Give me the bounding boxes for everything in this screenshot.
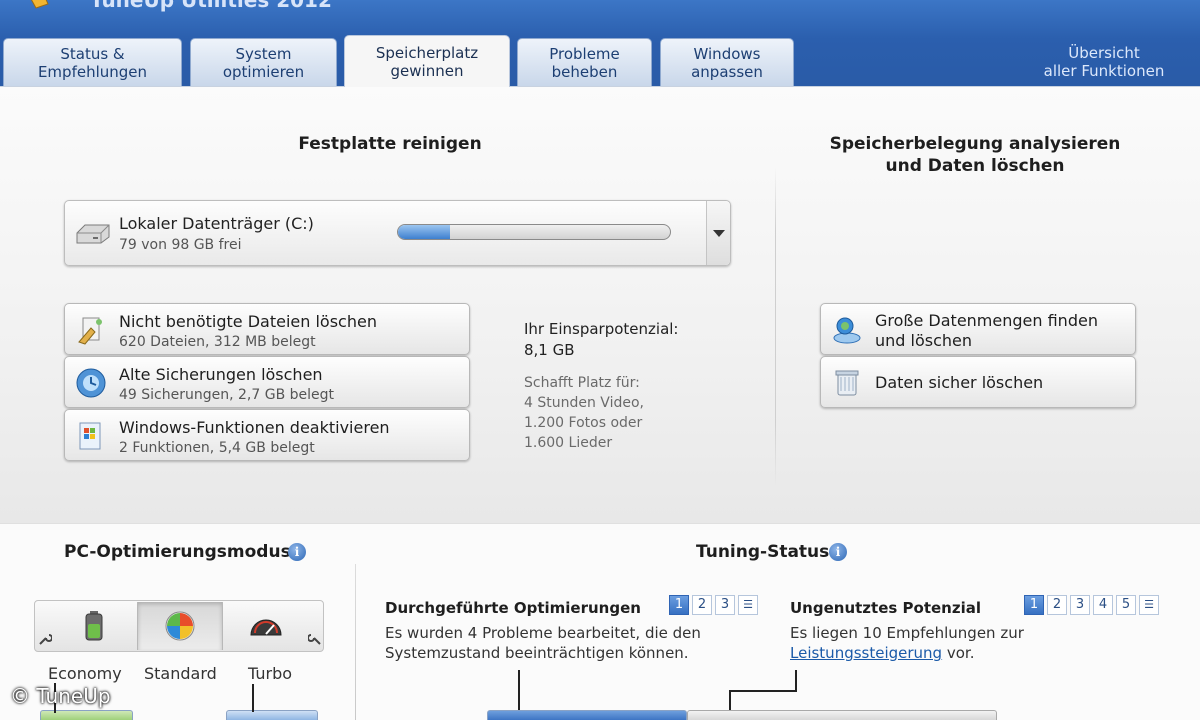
potential-text-suffix: vor. — [942, 644, 975, 662]
drive-name: Lokaler Datenträger (C:) — [119, 214, 314, 233]
page-button[interactable]: 3 — [1070, 595, 1090, 615]
optimization-mode-title: PC-Optimierungsmodus — [64, 542, 291, 562]
clean-disk-title: Festplatte reinigen — [298, 134, 482, 154]
battery-icon — [85, 611, 103, 641]
action-title: Alte Sicherungen löschen — [119, 365, 323, 384]
action-title: Nicht benötigte Dateien löschen — [119, 312, 377, 331]
mode-turbo-button[interactable] — [223, 602, 309, 650]
unused-potential-title: Ungenutztes Potenzial — [790, 599, 981, 617]
action-title: Große Datenmengen finden und löschen — [875, 311, 1098, 350]
savings-caption: Ihr Einsparpotenzial: — [524, 320, 679, 338]
performance-link[interactable]: Leistungssteigerung — [790, 644, 942, 662]
unused-potential-text: Es liegen 10 Empfehlungen zur Leistungss… — [790, 623, 1024, 663]
drive-free-space: 79 von 98 GB frei — [119, 237, 242, 253]
tuning-status-title: Tuning-Status — [696, 542, 830, 562]
potential-pager: 1 2 3 4 5 ☰ — [1024, 595, 1159, 615]
tab-overview[interactable]: Übersicht aller Funktionen — [1022, 38, 1186, 86]
wrench-icon[interactable] — [308, 632, 322, 646]
hard-drive-icon — [76, 224, 110, 244]
done-optimizations-text: Es wurden 4 Probleme bearbeitet, die den… — [385, 624, 701, 662]
page-button[interactable]: 3 — [715, 595, 735, 615]
cleanup-icon — [78, 317, 102, 345]
action-subtitle: 2 Funktionen, 5,4 GB belegt — [119, 440, 315, 456]
analyze-title: Speicherbelegung analysieren und Daten l… — [829, 134, 1121, 176]
tab-optimize[interactable]: System optimieren — [190, 38, 337, 86]
mode-label-turbo: Turbo — [248, 664, 293, 683]
page-button[interactable]: 1 — [669, 595, 689, 615]
status-connector-line — [795, 670, 797, 690]
turbo-indicator — [226, 710, 318, 720]
tab-disk-space[interactable]: Speicherplatz gewinnen — [344, 35, 510, 87]
drive-dropdown-button[interactable] — [706, 201, 730, 265]
action-title: Daten sicher löschen — [875, 373, 1044, 392]
action-subtitle: 49 Sicherungen, 2,7 GB belegt — [119, 387, 334, 403]
potential-text-line2: Leistungssteigerung vor. — [790, 643, 1024, 663]
tab-label: Probleme beheben — [549, 44, 620, 81]
tab-label: Status & Empfehlungen — [37, 44, 148, 81]
page-button[interactable]: 2 — [692, 595, 712, 615]
tab-label: Übersicht aller Funktionen — [1043, 44, 1165, 80]
done-pager: 1 2 3 ☰ — [669, 595, 758, 615]
page-button[interactable]: 5 — [1116, 595, 1136, 615]
delete-unneeded-files-button[interactable]: Nicht benötigte Dateien löschen 620 Date… — [64, 303, 470, 355]
page-button[interactable]: 2 — [1047, 595, 1067, 615]
status-connector-line — [729, 690, 797, 692]
tuning-progress-done — [487, 710, 687, 720]
standard-mode-icon — [165, 611, 195, 641]
mode-selector — [34, 600, 324, 652]
app-title: TuneUp Utilities 2012 — [90, 0, 332, 12]
disk-analyze-icon — [833, 317, 861, 344]
tab-label: System optimieren — [222, 44, 305, 81]
mode-economy-button[interactable] — [51, 602, 137, 650]
list-view-icon[interactable]: ☰ — [1139, 595, 1159, 615]
bottom-divider — [355, 564, 356, 720]
tab-fix-problems[interactable]: Probleme beheben — [517, 38, 652, 86]
tab-label: Speicherplatz gewinnen — [375, 43, 479, 80]
tab-label: Windows anpassen — [691, 44, 763, 81]
watermark: © TuneUp — [10, 684, 111, 708]
savings-detail: Schafft Platz für: 4 Stunden Video, 1.20… — [524, 375, 644, 451]
drive-usage-bar — [397, 224, 671, 240]
chevron-down-icon — [712, 229, 725, 237]
status-panel: PC-Optimierungsmodus i Economy Standard … — [0, 523, 1200, 720]
status-connector-line — [518, 670, 520, 712]
mode-label-economy: Economy — [48, 664, 122, 683]
done-optimizations-title: Durchgeführte Optimierungen — [385, 599, 641, 617]
tab-customize-windows[interactable]: Windows anpassen — [660, 38, 794, 86]
section-divider — [775, 167, 776, 487]
title-bar: TuneUp Utilities 2012 Status & Empfehlun… — [0, 0, 1200, 87]
disk-space-panel: Festplatte reinigen Speicherbelegung ana… — [0, 86, 1200, 523]
secure-delete-button[interactable]: Daten sicher löschen — [820, 356, 1136, 408]
status-connector-line — [729, 690, 731, 712]
shredder-icon — [835, 370, 859, 396]
delete-old-backups-button[interactable]: Alte Sicherungen löschen 49 Sicherungen,… — [64, 356, 470, 408]
disable-windows-features-button[interactable]: Windows-Funktionen deaktivieren 2 Funkti… — [64, 409, 470, 461]
page-button[interactable]: 4 — [1093, 595, 1113, 615]
mode-standard-button[interactable] — [137, 602, 223, 650]
windows-features-icon — [79, 422, 101, 450]
potential-text-line: Es liegen 10 Empfehlungen zur — [790, 624, 1024, 642]
tab-status[interactable]: Status & Empfehlungen — [3, 38, 182, 86]
drive-usage-fill — [398, 225, 450, 239]
drive-selector[interactable]: Lokaler Datenträger (C:) 79 von 98 GB fr… — [64, 200, 731, 266]
list-view-icon[interactable]: ☰ — [738, 595, 758, 615]
savings-label: Ihr Einsparpotenzial: 8,1 GB — [524, 319, 678, 361]
savings-value: 8,1 GB — [524, 341, 575, 359]
mode-connector-line — [252, 684, 254, 712]
page-button[interactable]: 1 — [1024, 595, 1044, 615]
tuning-progress-remaining — [687, 710, 997, 720]
wrench-icon[interactable] — [38, 632, 52, 646]
info-icon[interactable]: i — [288, 543, 306, 561]
speedometer-icon — [250, 619, 282, 636]
find-large-data-button[interactable]: Große Datenmengen finden und löschen — [820, 303, 1136, 355]
backup-icon — [76, 368, 106, 398]
action-subtitle: 620 Dateien, 312 MB belegt — [119, 334, 316, 350]
action-title: Windows-Funktionen deaktivieren — [119, 418, 390, 437]
mode-label-standard: Standard — [144, 664, 217, 683]
info-icon[interactable]: i — [829, 543, 847, 561]
tuneup-logo-icon — [30, 0, 49, 9]
